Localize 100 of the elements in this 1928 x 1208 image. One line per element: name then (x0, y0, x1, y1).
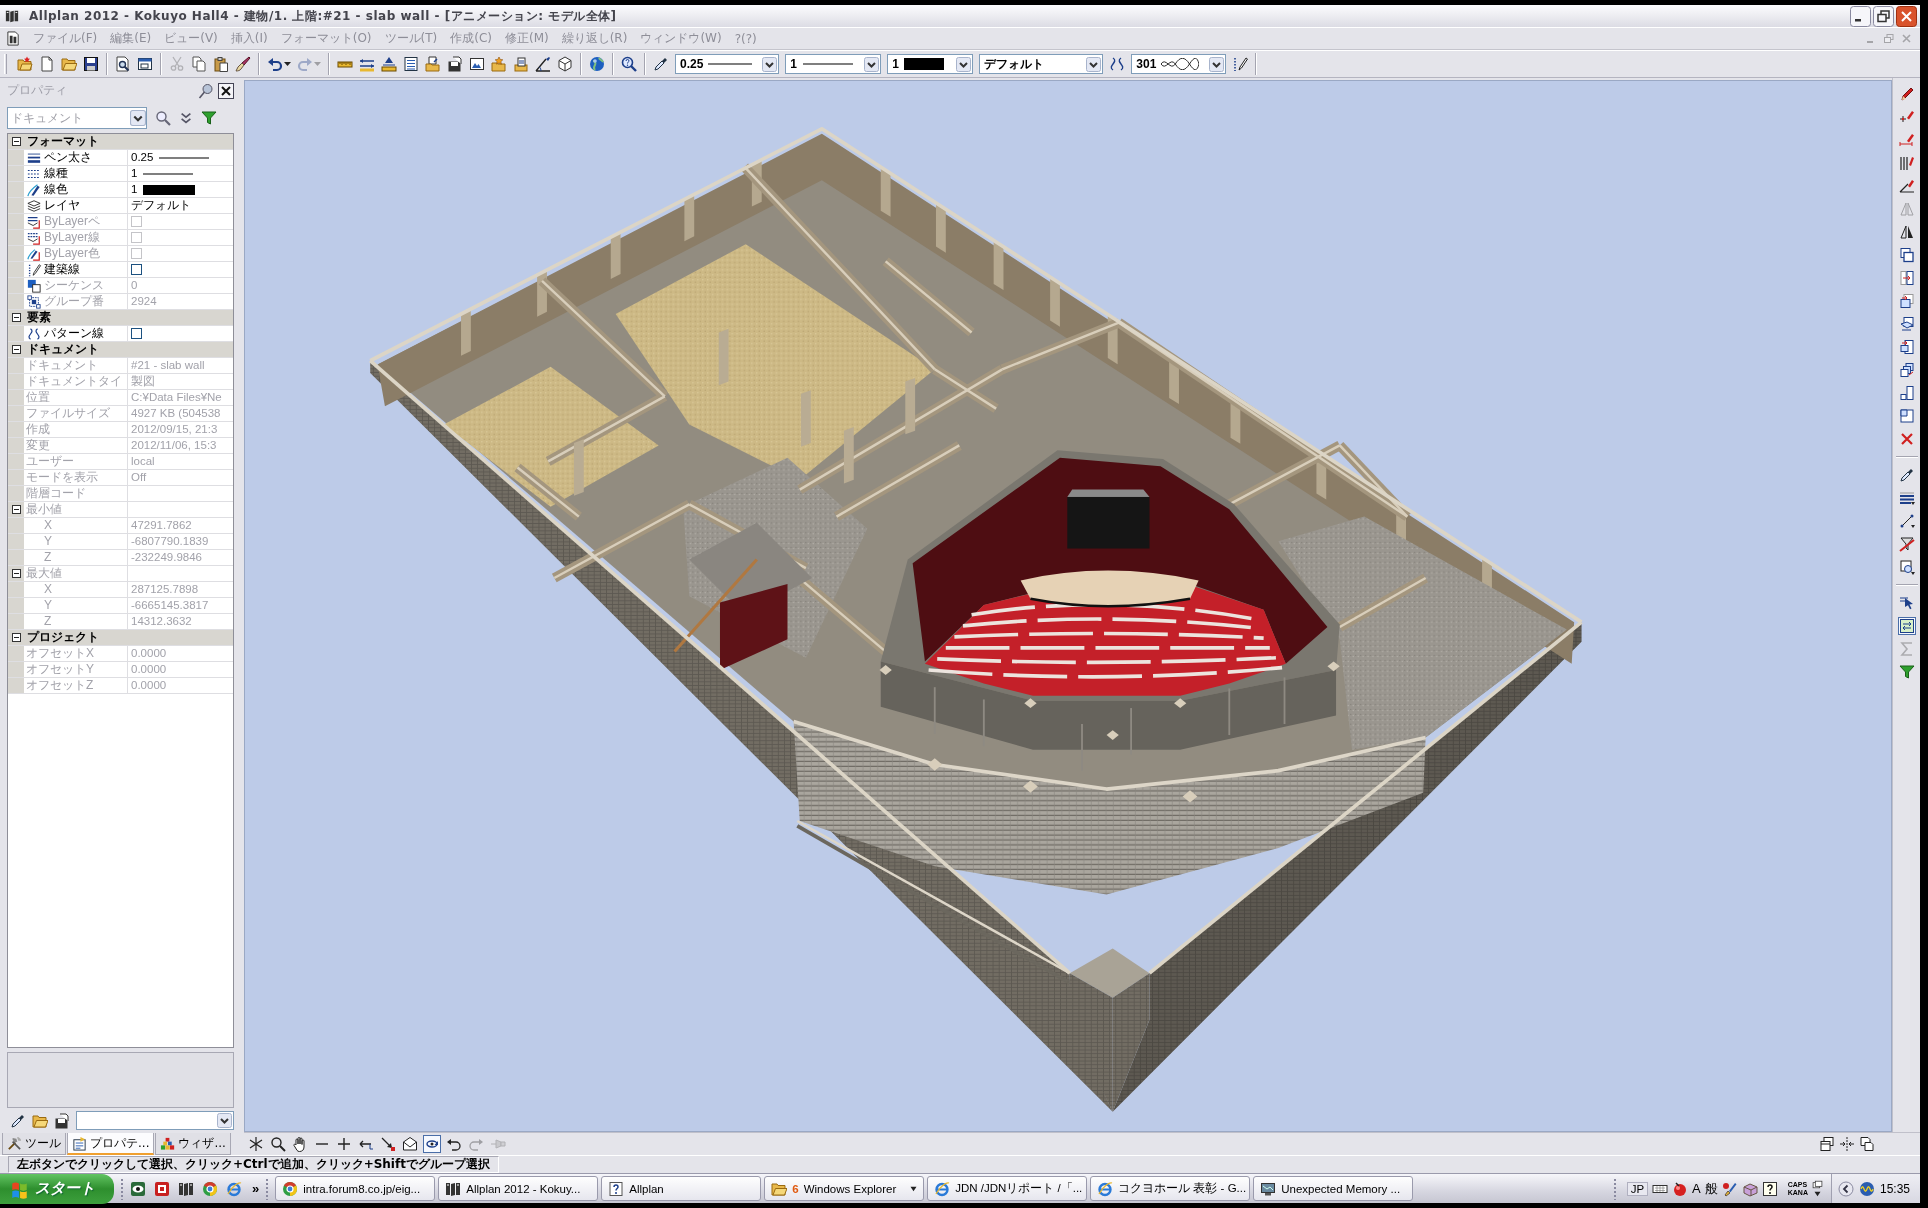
taskbar-button[interactable]: コクヨホール 表彰 - G... (1090, 1176, 1251, 1201)
rotate-view-icon[interactable] (423, 1135, 441, 1153)
eyedropper-icon[interactable] (1897, 466, 1916, 484)
taskbar-button[interactable]: Allplan (601, 1176, 762, 1201)
document-icon[interactable] (6, 31, 21, 46)
document-stack-icon[interactable] (513, 56, 529, 72)
filter-slash-icon[interactable] (1897, 535, 1916, 553)
envelope-icon[interactable] (401, 1135, 419, 1153)
mirror-triangles-icon[interactable] (1897, 223, 1916, 241)
square-arrow-icon[interactable] (1897, 338, 1916, 356)
eyedropper-icon[interactable] (653, 56, 669, 72)
start-button[interactable]: スタート (0, 1173, 114, 1204)
close-icon[interactable] (1896, 5, 1917, 27)
ime-dictionary-indicator[interactable]: 般 (1704, 1179, 1718, 1198)
clipboard-icon[interactable] (213, 56, 229, 72)
panel-tab[interactable]: プロパテ... (67, 1133, 155, 1155)
app-icon[interactable] (154, 1180, 170, 1197)
browser-icon[interactable] (226, 1180, 242, 1197)
document-save-icon[interactable] (447, 56, 463, 72)
square-circle-icon[interactable] (1897, 558, 1916, 576)
collapse-icon[interactable] (11, 345, 21, 354)
window-icon[interactable] (137, 56, 153, 72)
eyedropper-icon[interactable] (10, 1112, 26, 1129)
page-magnifier-icon[interactable] (115, 56, 131, 72)
pattern-dropdown[interactable]: 301 (1131, 54, 1227, 74)
pencil-dimension-icon[interactable] (1897, 131, 1916, 149)
pencil-angle-icon[interactable] (1897, 177, 1916, 195)
pen-dotted-line-icon[interactable] (1232, 56, 1249, 72)
document-folder-icon[interactable] (425, 56, 441, 72)
collapse-icon[interactable] (11, 313, 21, 322)
taskbar-button[interactable]: intra.forum8.co.jp/eig... (275, 1176, 436, 1201)
square-arrow-icon[interactable] (1897, 292, 1916, 310)
restore-icon[interactable] (1873, 5, 1894, 27)
scale-squares-icon[interactable] (1897, 384, 1916, 402)
taskbar-button[interactable]: Unexpected Memory ... (1253, 1176, 1414, 1201)
caret-icon[interactable] (1813, 1191, 1821, 1197)
folder-star-icon[interactable] (17, 56, 33, 72)
elevation-marker-icon[interactable] (381, 56, 397, 72)
panel-tab[interactable]: ウィザ... (155, 1133, 231, 1155)
asterisk-icon[interactable] (247, 1135, 265, 1153)
pages-icon[interactable] (1859, 1136, 1875, 1152)
grip-handle[interactable] (120, 1177, 124, 1200)
taskbar-button[interactable]: Allplan 2012 - Kokuy... (438, 1176, 599, 1201)
list-icon[interactable] (403, 56, 419, 72)
double-chevron-icon[interactable] (179, 111, 193, 125)
layers-icon[interactable] (1897, 489, 1916, 507)
paintbrush-icon[interactable] (235, 56, 251, 72)
window-stack-icon[interactable] (1811, 1180, 1823, 1189)
plus-icon[interactable] (335, 1135, 353, 1153)
ime-mode-indicator[interactable]: A (1692, 1181, 1701, 1196)
pattern-line-icon[interactable] (1109, 56, 1126, 72)
chevron-down-icon[interactable] (217, 1113, 232, 1128)
picture-icon[interactable] (469, 56, 485, 72)
parallel-lines-icon[interactable] (1897, 154, 1916, 172)
help-icon[interactable] (1761, 1180, 1778, 1197)
ball-icon[interactable] (1672, 1180, 1689, 1197)
chevron-left-icon[interactable] (1837, 1180, 1854, 1197)
checkbox[interactable] (131, 328, 142, 339)
folder-icon[interactable] (61, 56, 77, 72)
pin-icon[interactable] (198, 82, 214, 99)
minimize-icon[interactable] (1850, 5, 1871, 27)
arrows-swap-icon[interactable] (1897, 617, 1916, 635)
document-save-icon[interactable] (54, 1112, 70, 1129)
book-icon[interactable] (178, 1180, 194, 1197)
pen-color-dropdown[interactable]: 1 (887, 54, 974, 74)
browser-icon[interactable] (202, 1180, 218, 1197)
taskbar-button[interactable]: 6 Windows Explorer (764, 1176, 925, 1201)
folder-icon[interactable] (32, 1112, 48, 1129)
more-button[interactable]: » (252, 1181, 260, 1196)
pen-thickness-dropdown[interactable]: 0.25 (675, 54, 780, 74)
magnifier-icon[interactable] (269, 1135, 287, 1153)
overlapping-squares-icon[interactable] (1897, 361, 1916, 379)
angle-icon[interactable] (535, 56, 551, 72)
help-magnifier-icon[interactable] (621, 56, 637, 72)
chevron-down-icon[interactable] (864, 56, 880, 72)
chevron-down-icon[interactable] (762, 56, 778, 72)
filter-icon[interactable] (1897, 663, 1916, 681)
filter-icon[interactable] (201, 110, 217, 126)
taskbar-button[interactable]: JDN /JDNリポート /「... (927, 1176, 1088, 1201)
folder-star-icon[interactable] (491, 56, 507, 72)
chevron-down-icon[interactable] (1086, 56, 1102, 72)
chevron-down-icon[interactable] (956, 56, 972, 72)
undo-icon[interactable] (267, 56, 283, 72)
chevron-down-icon[interactable] (1209, 56, 1225, 72)
wave-icon[interactable] (1858, 1180, 1875, 1197)
layer-dropdown[interactable]: デフォルト (979, 54, 1104, 74)
3d-viewport[interactable] (244, 80, 1892, 1132)
close-icon[interactable] (218, 82, 234, 99)
move-square-icon[interactable] (1897, 269, 1916, 287)
language-indicator[interactable]: JP (1626, 1181, 1649, 1196)
window-stack-icon[interactable] (1819, 1136, 1835, 1152)
arrow-diagonal-icon[interactable] (379, 1135, 397, 1153)
eye-icon[interactable] (130, 1180, 146, 1197)
collapse-icon[interactable] (11, 137, 21, 146)
panel-tab[interactable]: ツール (2, 1133, 66, 1155)
copy-squares-icon[interactable] (1897, 246, 1916, 264)
copy-icon[interactable] (191, 56, 207, 72)
collapse-icon[interactable] (11, 633, 21, 642)
line-type-dropdown[interactable]: 1 (785, 54, 882, 74)
globe-icon[interactable] (589, 56, 605, 72)
